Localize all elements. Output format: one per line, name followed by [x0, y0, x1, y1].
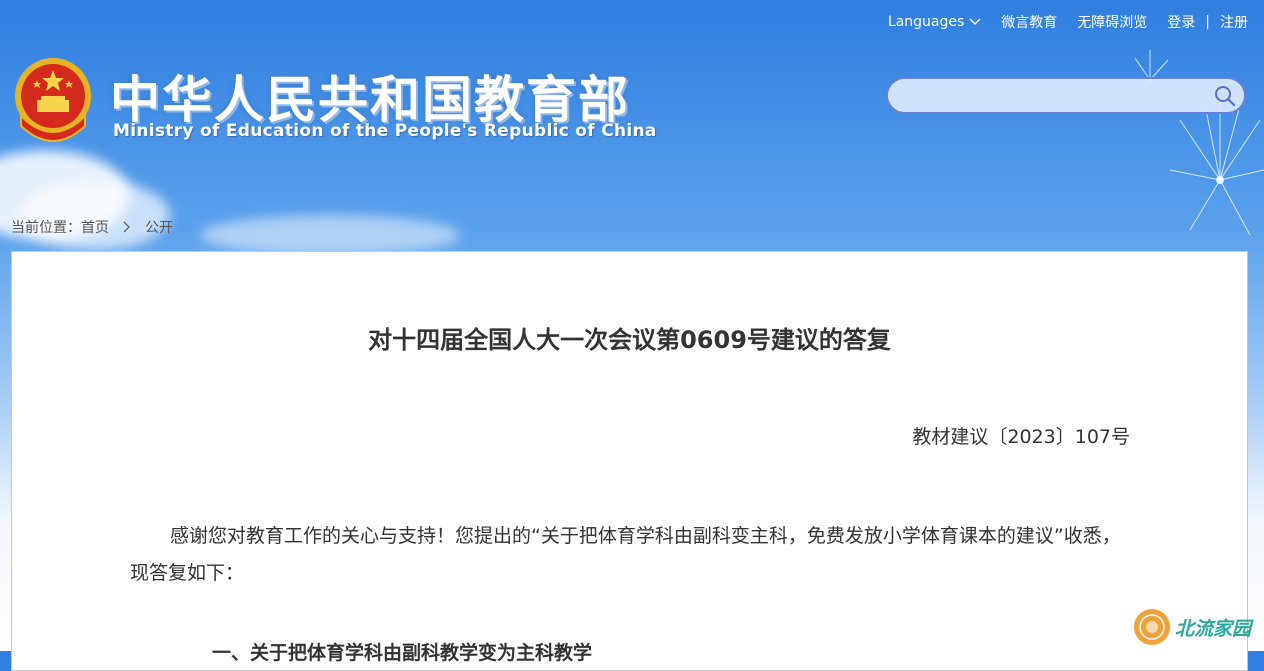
- watermark-text: 北流家园: [1175, 617, 1252, 640]
- separator: |: [1205, 14, 1210, 30]
- breadcrumb: 当前位置： 首页 公开: [11, 217, 173, 237]
- document-subheading: 一、关于把体育学科由副科教学变为主科教学: [212, 642, 593, 664]
- languages-label: Languages: [887, 14, 965, 30]
- weiyan-link[interactable]: 微言教育: [1001, 12, 1057, 32]
- document-number: 教材建议〔2023〕107号: [912, 426, 1130, 448]
- watermark: 北流家园: [1133, 608, 1251, 646]
- login-link[interactable]: 登录: [1167, 12, 1195, 32]
- languages-menu[interactable]: Languages: [888, 14, 981, 30]
- accessibility-link[interactable]: 无障碍浏览: [1077, 12, 1147, 32]
- watermark-seal-icon: [1134, 609, 1170, 645]
- document-paragraph: 感谢您对教育工作的关心与支持！您提出的“关于把体育学科由副科变主科，免费发放小学…: [130, 525, 1121, 584]
- search-input[interactable]: [904, 79, 1208, 113]
- breadcrumb-prefix: 当前位置：: [11, 220, 81, 236]
- search-box: [886, 77, 1246, 114]
- background-cloud: [20, 180, 170, 250]
- search-icon[interactable]: [1214, 85, 1236, 107]
- chevron-right-icon: [123, 221, 130, 233]
- national-emblem-icon[interactable]: [13, 56, 93, 142]
- register-link[interactable]: 注册: [1220, 12, 1248, 32]
- dandelion-decoration: [1134, 50, 1264, 236]
- site-subtitle: Ministry of Education of the People's Re…: [113, 121, 657, 141]
- top-links: Languages 微言教育 无障碍浏览 登录 | 注册: [888, 12, 1248, 32]
- article-panel: 对十四届全国人大一次会议第0609号建议的答复 教材建议〔2023〕107号 感…: [11, 251, 1248, 671]
- breadcrumb-current[interactable]: 公开: [145, 217, 173, 237]
- chevron-down-icon: [969, 18, 981, 25]
- breadcrumb-home-link[interactable]: 首页: [81, 217, 109, 237]
- document-title: 对十四届全国人大一次会议第0609号建议的答复: [368, 326, 891, 354]
- background-cloud: [200, 215, 460, 255]
